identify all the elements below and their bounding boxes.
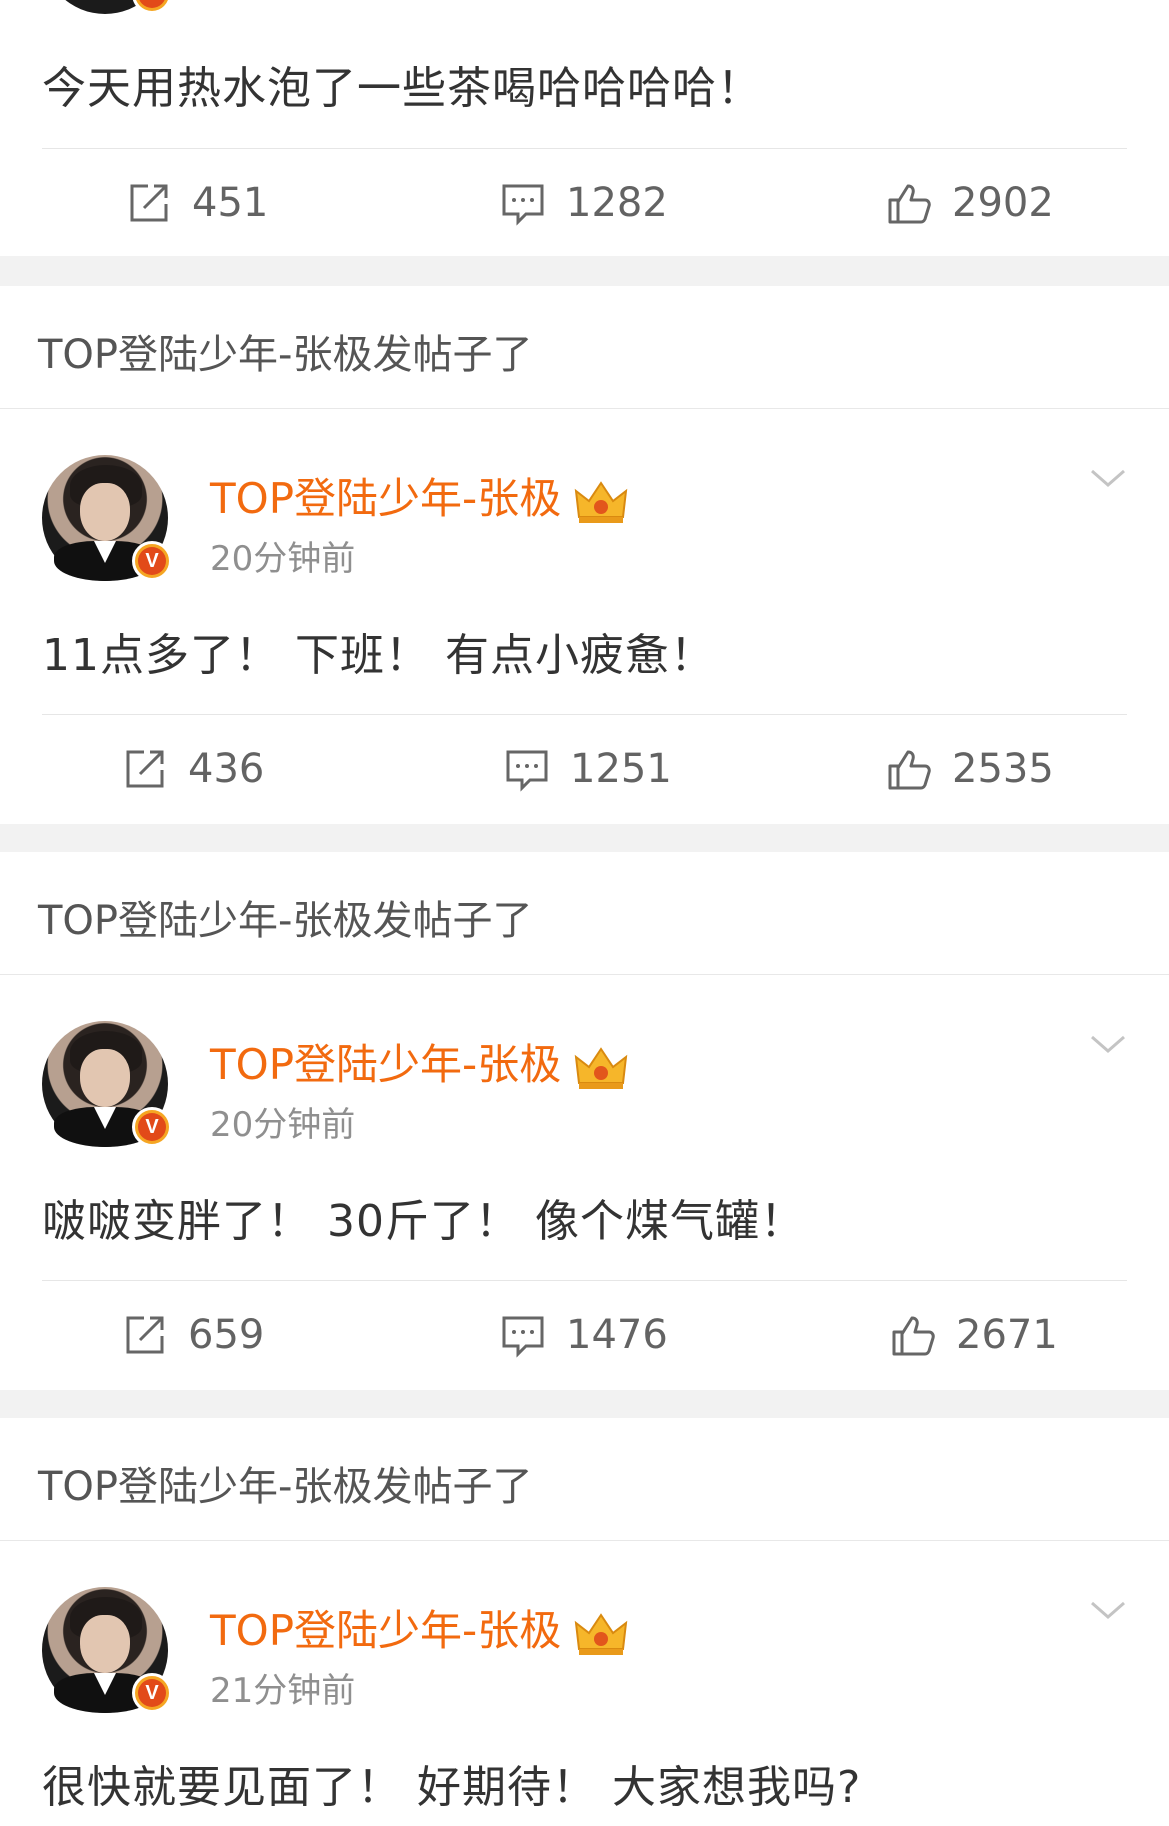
like-count: 2535: [952, 746, 1054, 792]
repost-count: 451: [192, 180, 269, 226]
repost-icon: [126, 750, 164, 788]
comment-button[interactable]: 1476: [500, 1280, 668, 1390]
crown-icon: [574, 1612, 628, 1655]
post-actions: 436 1251 2535: [0, 714, 1169, 824]
verified-badge: V: [132, 1673, 172, 1713]
repost-count: 436: [188, 746, 265, 792]
comment-count: 1251: [570, 746, 672, 792]
section-header: TOP登陆少年-张极发帖子了: [0, 852, 1169, 974]
like-button[interactable]: 2535: [886, 714, 1054, 824]
post-actions: 451 1282 2902: [0, 148, 1169, 258]
username[interactable]: TOP登陆少年-张极: [210, 465, 629, 526]
comment-button[interactable]: 1251: [504, 714, 672, 824]
post-text: 今天用热水泡了一些茶喝哈哈哈哈！: [42, 63, 762, 114]
like-icon: [892, 1316, 935, 1356]
comment-count: 1476: [566, 1312, 668, 1358]
post-time: 20分钟前: [210, 539, 356, 579]
verified-badge: V: [132, 1107, 172, 1147]
comment-icon: [502, 1316, 544, 1358]
like-count: 2902: [952, 180, 1054, 226]
chevron-down-icon[interactable]: [1088, 463, 1128, 493]
comment-button[interactable]: 1282: [500, 148, 668, 258]
avatar[interactable]: V: [42, 1021, 172, 1147]
repost-button[interactable]: 436: [122, 714, 264, 824]
repost-button[interactable]: 659: [122, 1280, 264, 1390]
repost-icon: [126, 1316, 164, 1354]
crown-icon: [574, 480, 628, 523]
post-card: V 今天用热水泡了一些茶喝哈哈哈哈！ 451 1282 2902: [0, 0, 1169, 256]
chevron-down-icon[interactable]: [1088, 1595, 1128, 1625]
section-header: TOP登陆少年-张极发帖子了: [0, 1418, 1169, 1540]
like-button[interactable]: 2671: [890, 1280, 1058, 1390]
like-count: 2671: [956, 1312, 1058, 1358]
post-time: 20分钟前: [210, 1105, 356, 1145]
feed-notice: TOP登陆少年-张极发帖子了: [38, 332, 533, 378]
post-actions: 659 1476 2671: [0, 1280, 1169, 1390]
verified-badge: V: [132, 0, 172, 14]
repost-count: 659: [188, 1312, 265, 1358]
comment-icon: [502, 184, 544, 226]
repost-icon: [130, 184, 168, 222]
comment-icon: [506, 750, 548, 792]
post-text: 啵啵变胖了！ 30斤了！ 像个煤气罐！: [42, 1196, 805, 1247]
avatar[interactable]: V: [42, 1587, 172, 1713]
avatar[interactable]: V: [42, 0, 172, 14]
like-button[interactable]: 2902: [886, 148, 1054, 258]
post-time: 21分钟前: [210, 1671, 356, 1711]
like-icon: [888, 750, 931, 790]
post-card: V TOP登陆少年-张极 20分钟前 11点多了！ 下班！ 有点小疲惫！ 436…: [0, 409, 1169, 824]
post-card: V TOP登陆少年-张极 20分钟前 啵啵变胖了！ 30斤了！ 像个煤气罐！ 6…: [0, 975, 1169, 1390]
post-text: 很快就要见面了！ 好期待！ 大家想我吗?: [42, 1762, 862, 1813]
post-text: 11点多了！ 下班！ 有点小疲惫！: [42, 630, 715, 681]
verified-badge: V: [132, 541, 172, 581]
feed-notice: TOP登陆少年-张极发帖子了: [38, 1464, 533, 1510]
like-icon: [888, 184, 931, 224]
crown-icon: [574, 1046, 628, 1089]
avatar[interactable]: V: [42, 455, 172, 581]
section-header: TOP登陆少年-张极发帖子了: [0, 286, 1169, 408]
username[interactable]: TOP登陆少年-张极: [210, 1597, 629, 1658]
username[interactable]: TOP登陆少年-张极: [210, 1031, 629, 1092]
feed-notice: TOP登陆少年-张极发帖子了: [38, 898, 533, 944]
repost-button[interactable]: 451: [126, 148, 268, 258]
post-card: V TOP登陆少年-张极 21分钟前 很快就要见面了！ 好期待！ 大家想我吗?: [0, 1541, 1169, 1826]
chevron-down-icon[interactable]: [1088, 1029, 1128, 1059]
comment-count: 1282: [566, 180, 668, 226]
